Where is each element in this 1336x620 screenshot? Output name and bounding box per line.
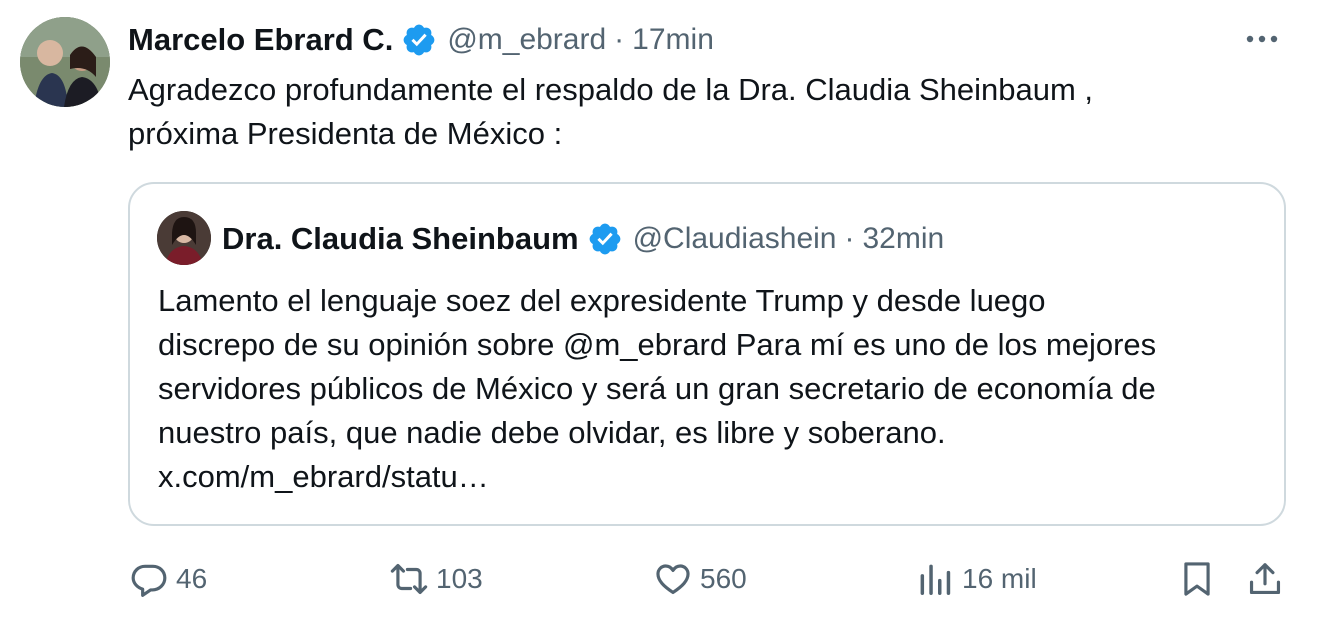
bookmark-icon (1184, 562, 1210, 596)
tweet-text: Agradezco profundamente el respaldo de l… (128, 68, 1278, 156)
quoted-author-handle[interactable]: @Claudiashein (633, 222, 837, 256)
tweet-header: Marcelo Ebrard C. @m_ebrard · 17min (128, 20, 714, 60)
quoted-tweet[interactable]: Dra. Claudia Sheinbaum @Claudiashein · 3… (128, 182, 1286, 526)
heart-icon (656, 564, 690, 595)
retweet-button[interactable]: 103 (390, 556, 483, 602)
verified-badge-icon (587, 221, 623, 257)
author-avatar[interactable] (20, 17, 110, 107)
views-icon (920, 564, 951, 595)
quoted-text-line: Lamento el lenguaje soez del expresident… (158, 283, 1046, 318)
verified-badge-icon (401, 22, 437, 58)
bookmark-button[interactable] (1178, 556, 1216, 602)
retweet-count: 103 (436, 563, 483, 594)
reply-count: 46 (176, 563, 208, 594)
separator-dot: · (614, 23, 625, 56)
author-name[interactable]: Marcelo Ebrard C. (128, 22, 393, 58)
share-icon (1249, 563, 1281, 595)
quoted-tweet-timestamp[interactable]: 32min (862, 222, 944, 256)
quoted-text-line: servidores públicos de México y será un … (158, 371, 1156, 406)
tweet[interactable]: Marcelo Ebrard C. @m_ebrard · 17min Agra… (0, 0, 1336, 620)
more-icon[interactable] (1242, 24, 1282, 54)
reply-icon (131, 564, 167, 597)
reply-button[interactable]: 46 (130, 556, 207, 602)
like-count: 560 (700, 563, 747, 594)
quoted-author-avatar[interactable] (157, 211, 211, 265)
tweet-text-line: Agradezco profundamente el respaldo de l… (128, 72, 1094, 107)
quoted-text-line: discrepo de su opinión sobre @m_ebrard P… (158, 327, 1157, 362)
quoted-tweet-text: Lamento el lenguaje soez del expresident… (158, 279, 1268, 499)
tweet-text-line: próxima Presidenta de México : (128, 116, 563, 151)
views-count: 16 mil (962, 563, 1037, 594)
like-button[interactable]: 560 (654, 556, 747, 602)
separator-dot: · (844, 222, 855, 255)
quoted-tweet-header: Dra. Claudia Sheinbaum @Claudiashein · 3… (222, 219, 944, 259)
action-bar: 46 103 560 16 mil (128, 556, 1288, 602)
views-button[interactable]: 16 mil (916, 556, 1037, 602)
retweet-icon (390, 563, 428, 595)
quoted-text-line: nuestro país, que nadie debe olvidar, es… (158, 415, 946, 450)
quoted-link[interactable]: x.com/m_ebrard/statu… (158, 455, 1268, 499)
quoted-author-name[interactable]: Dra. Claudia Sheinbaum (222, 221, 579, 257)
tweet-timestamp[interactable]: 17min (632, 23, 714, 57)
author-handle[interactable]: @m_ebrard (447, 23, 606, 57)
share-button[interactable] (1246, 556, 1284, 602)
